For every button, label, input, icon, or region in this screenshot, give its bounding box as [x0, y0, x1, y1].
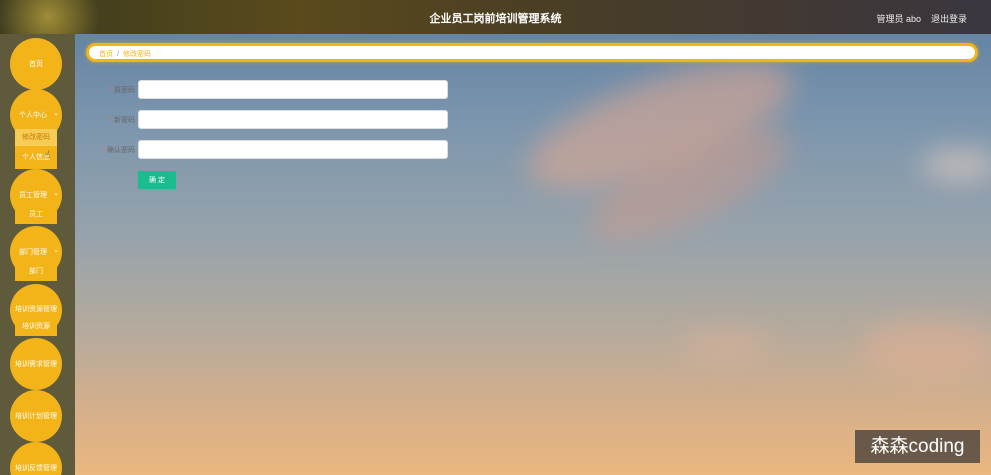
confirm-button[interactable]: 确 定: [138, 171, 176, 189]
new-password-field[interactable]: [138, 110, 448, 129]
sidebar-item-label: 培训资源管理: [15, 306, 57, 313]
chevron-down-icon: ⌄: [53, 110, 59, 117]
new-password-label: *新密码: [110, 117, 135, 124]
app-title: 企业员工岗前培训管理系统: [429, 13, 562, 25]
background-cloud: [920, 150, 991, 180]
old-password-label: *原密码: [110, 87, 135, 94]
breadcrumb-home[interactable]: 首页: [99, 51, 113, 58]
sidebar-item-label: 培训计划管理: [15, 413, 57, 420]
background-cloud: [860, 320, 991, 380]
sidebar: 首页 个人中心 ⌄ 修改密码 个人信息 员工管理 ⌄ 员工 部门管理 ⌄ 部门 …: [0, 34, 75, 475]
top-bar: 企业员工岗前培训管理系统 管理员 abo 退出登录: [0, 0, 991, 34]
breadcrumb: 首页 / 修改密码: [86, 43, 978, 62]
sidebar-subitem-change-password[interactable]: 修改密码: [15, 129, 57, 146]
sidebar-item-label: 培训需求管理: [15, 361, 57, 368]
chevron-down-icon: ⌄: [53, 190, 59, 197]
chevron-down-icon: ⌄: [53, 247, 59, 254]
sidebar-subitem-personal-info[interactable]: 个人信息: [15, 146, 57, 169]
sidebar-item-home[interactable]: 首页: [10, 38, 62, 90]
sidebar-item-training-demand-management[interactable]: 培训需求管理: [10, 338, 62, 390]
breadcrumb-current: 修改密码: [122, 51, 151, 58]
old-password-field[interactable]: [138, 80, 448, 99]
sidebar-item-label: 首页: [29, 61, 43, 68]
logout-link[interactable]: 退出登录: [931, 12, 967, 25]
watermark: 森森coding: [855, 430, 980, 463]
sidebar-item-training-plan-management[interactable]: 培训计划管理: [10, 390, 62, 442]
breadcrumb-separator: /: [117, 51, 119, 58]
admin-label: 管理员 abo: [876, 14, 921, 24]
confirm-password-label: *确认密码: [103, 147, 135, 154]
background-cloud: [680, 330, 770, 360]
sidebar-item-training-feedback-management[interactable]: 培训反馈管理: [10, 442, 62, 475]
sidebar-subitem-employee[interactable]: 员工: [15, 208, 57, 224]
confirm-password-field[interactable]: [138, 140, 448, 159]
hand-pointer-icon: ☝: [44, 150, 51, 161]
sidebar-subitem-department[interactable]: 部门: [15, 265, 57, 281]
sidebar-subitem-training-resource[interactable]: 培训资源: [15, 320, 57, 336]
sidebar-item-label: 培训反馈管理: [15, 465, 57, 472]
